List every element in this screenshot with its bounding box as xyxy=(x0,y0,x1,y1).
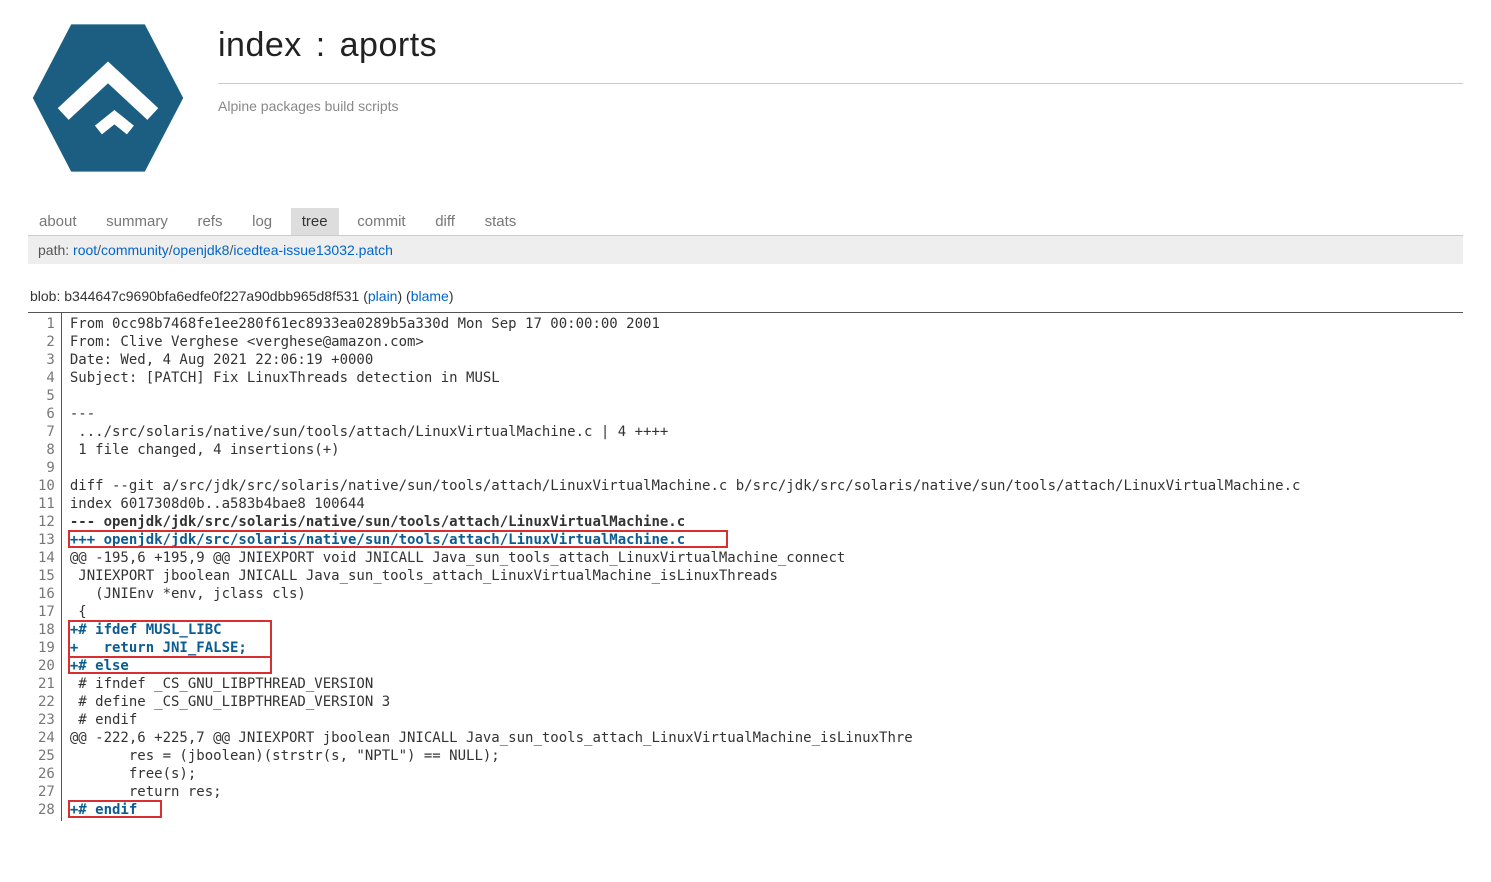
line-number[interactable]: 25 xyxy=(38,747,55,765)
line-number[interactable]: 12 xyxy=(38,513,55,531)
line-number[interactable]: 27 xyxy=(38,783,55,801)
page-header: index : aports Alpine packages build scr… xyxy=(28,18,1463,178)
path-label: path: xyxy=(38,242,73,258)
code-line: From 0cc98b7468fe1ee280f61ec8933ea0289b5… xyxy=(70,315,1463,333)
path-community[interactable]: community xyxy=(101,242,169,258)
tab-diff[interactable]: diff xyxy=(424,208,466,235)
line-number-gutter: 1234567891011121314151617181920212223242… xyxy=(28,313,62,821)
tab-tree[interactable]: tree xyxy=(291,208,339,235)
code-line: # define _CS_GNU_LIBPTHREAD_VERSION 3 xyxy=(70,693,1463,711)
tab-refs[interactable]: refs xyxy=(186,208,233,235)
path-openjdk8[interactable]: openjdk8 xyxy=(173,242,230,258)
code-line: return res; xyxy=(70,783,1463,801)
tab-summary[interactable]: summary xyxy=(95,208,179,235)
tab-log[interactable]: log xyxy=(241,208,283,235)
line-number[interactable]: 10 xyxy=(38,477,55,495)
line-number[interactable]: 28 xyxy=(38,801,55,819)
line-number[interactable]: 7 xyxy=(38,423,55,441)
line-number[interactable]: 19 xyxy=(38,639,55,657)
code-line: +# else xyxy=(70,657,1463,675)
code-line: free(s); xyxy=(70,765,1463,783)
logo[interactable] xyxy=(28,18,198,178)
line-number[interactable]: 15 xyxy=(38,567,55,585)
line-number[interactable]: 22 xyxy=(38,693,55,711)
blob-sha: b344647c9690bfa6edfe0f227a90dbb965d8f531 xyxy=(64,288,359,304)
line-number[interactable]: 5 xyxy=(38,387,55,405)
line-number[interactable]: 8 xyxy=(38,441,55,459)
nav-tabs: about summary refs log tree commit diff … xyxy=(28,208,1463,236)
header-divider xyxy=(218,83,1463,84)
tab-about[interactable]: about xyxy=(28,208,88,235)
line-number[interactable]: 2 xyxy=(38,333,55,351)
code-line: --- openjdk/jdk/src/solaris/native/sun/t… xyxy=(70,513,1463,531)
line-number[interactable]: 4 xyxy=(38,369,55,387)
code-line: +# endif xyxy=(70,801,1463,819)
line-number[interactable]: 26 xyxy=(38,765,55,783)
line-number[interactable]: 16 xyxy=(38,585,55,603)
line-number[interactable]: 11 xyxy=(38,495,55,513)
code-line: --- xyxy=(70,405,1463,423)
page-title: index : aports xyxy=(218,26,1463,65)
line-number[interactable]: 14 xyxy=(38,549,55,567)
code-view: 1234567891011121314151617181920212223242… xyxy=(28,312,1463,821)
line-number[interactable]: 13 xyxy=(38,531,55,549)
code-line: .../src/solaris/native/sun/tools/attach/… xyxy=(70,423,1463,441)
title-index-link[interactable]: index xyxy=(218,26,302,64)
code-line: Date: Wed, 4 Aug 2021 22:06:19 +0000 xyxy=(70,351,1463,369)
code-line: # endif xyxy=(70,711,1463,729)
line-number[interactable]: 18 xyxy=(38,621,55,639)
code-line: @@ -195,6 +195,9 @@ JNIEXPORT void JNICA… xyxy=(70,549,1463,567)
path-root[interactable]: root xyxy=(73,242,97,258)
code-line: # ifndef _CS_GNU_LIBPTHREAD_VERSION xyxy=(70,675,1463,693)
line-number[interactable]: 24 xyxy=(38,729,55,747)
line-number[interactable]: 6 xyxy=(38,405,55,423)
code-line: +++ openjdk/jdk/src/solaris/native/sun/t… xyxy=(70,531,1463,549)
code-line: index 6017308d0b..a583b4bae8 100644 xyxy=(70,495,1463,513)
plain-link[interactable]: plain xyxy=(368,288,398,304)
line-number[interactable]: 17 xyxy=(38,603,55,621)
line-number[interactable]: 20 xyxy=(38,657,55,675)
line-number[interactable]: 21 xyxy=(38,675,55,693)
line-number[interactable]: 9 xyxy=(38,459,55,477)
tab-commit[interactable]: commit xyxy=(346,208,416,235)
code-line: @@ -222,6 +225,7 @@ JNIEXPORT jboolean J… xyxy=(70,729,1463,747)
title-repo-link[interactable]: aports xyxy=(340,26,438,64)
code-line: + return JNI_FALSE; xyxy=(70,639,1463,657)
line-number[interactable]: 23 xyxy=(38,711,55,729)
blob-label: blob: xyxy=(30,288,64,304)
code-line: JNIEXPORT jboolean JNICALL Java_sun_tool… xyxy=(70,567,1463,585)
code-line: { xyxy=(70,603,1463,621)
blob-header: blob: b344647c9690bfa6edfe0f227a90dbb965… xyxy=(30,288,1461,304)
path-file[interactable]: icedtea-issue13032.patch xyxy=(233,242,393,258)
tab-stats[interactable]: stats xyxy=(474,208,528,235)
code-line: From: Clive Verghese <verghese@amazon.co… xyxy=(70,333,1463,351)
code-line: res = (jboolean)(strstr(s, "NPTL") == NU… xyxy=(70,747,1463,765)
repo-description: Alpine packages build scripts xyxy=(218,98,1463,114)
line-number[interactable]: 3 xyxy=(38,351,55,369)
path-bar: path: root/community/openjdk8/icedtea-is… xyxy=(28,236,1463,264)
code-line: (JNIEnv *env, jclass cls) xyxy=(70,585,1463,603)
line-number[interactable]: 1 xyxy=(38,315,55,333)
code-line xyxy=(70,387,1463,405)
code-line: diff --git a/src/jdk/src/solaris/native/… xyxy=(70,477,1463,495)
code-line: Subject: [PATCH] Fix LinuxThreads detect… xyxy=(70,369,1463,387)
blame-link[interactable]: blame xyxy=(411,288,449,304)
code-line: +# ifdef MUSL_LIBC xyxy=(70,621,1463,639)
code-line xyxy=(70,459,1463,477)
code-line: 1 file changed, 4 insertions(+) xyxy=(70,441,1463,459)
code-content: From 0cc98b7468fe1ee280f61ec8933ea0289b5… xyxy=(62,313,1463,821)
